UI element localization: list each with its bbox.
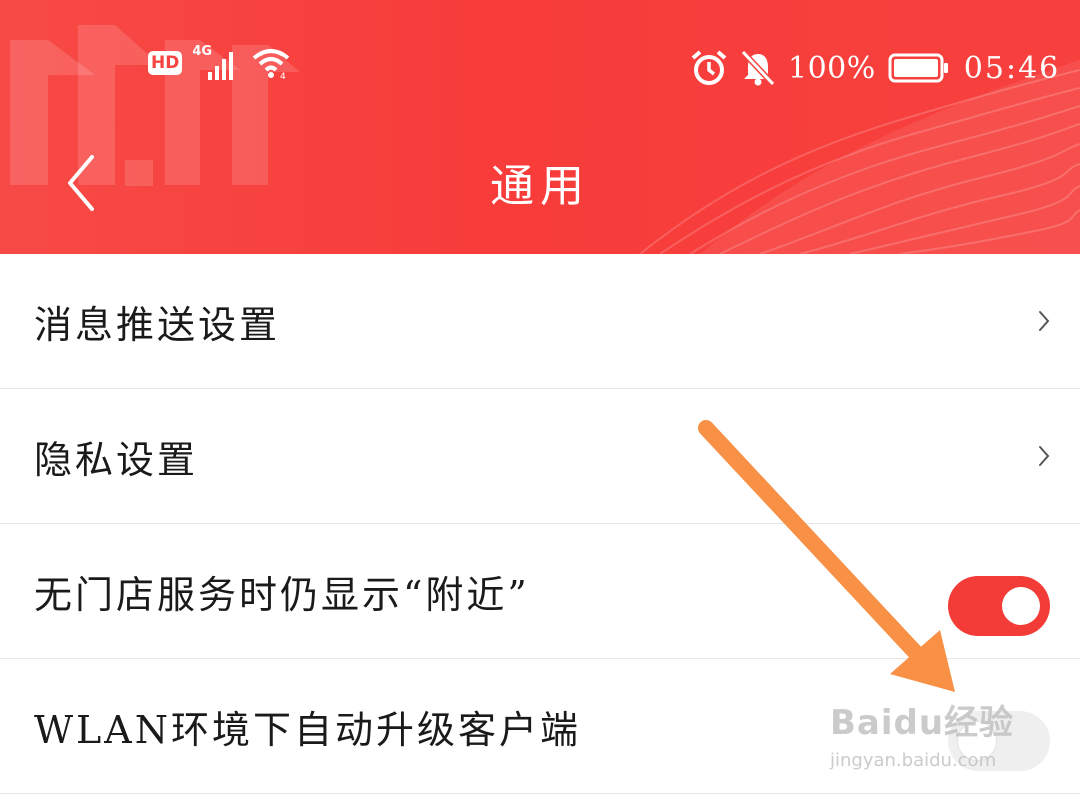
network-type: 4G <box>192 43 213 59</box>
svg-text:4: 4 <box>280 72 286 80</box>
clock: 05:46 <box>963 50 1061 86</box>
settings-list: 消息推送设置 隐私设置 无门店服务时仍显示“附近” WLAN环境下自动升级客户端 <box>0 254 1080 794</box>
settings-item-label: 消息推送设置 <box>34 302 281 347</box>
battery-percent: 100% <box>788 50 876 86</box>
settings-item-label: 隐私设置 <box>34 437 199 482</box>
show-nearby-toggle[interactable] <box>948 576 1050 636</box>
toggle-knob <box>958 722 996 760</box>
top-app-bar: HD 4G 4 100% 05:46 通用 <box>0 0 1080 254</box>
alarm-icon <box>691 50 727 85</box>
settings-item-label: 无门店服务时仍显示“附近” <box>34 572 530 617</box>
bell-off-icon <box>740 49 776 87</box>
wlan-auto-upgrade-toggle[interactable] <box>948 711 1050 771</box>
settings-item-label: WLAN环境下自动升级客户端 <box>34 707 581 752</box>
hd-badge: HD <box>148 51 183 75</box>
settings-item-show-nearby: 无门店服务时仍显示“附近” <box>0 524 1080 659</box>
toggle-knob <box>1002 587 1040 625</box>
battery-icon <box>888 53 948 83</box>
signal-icon <box>208 52 234 80</box>
wifi-icon: 4 <box>252 49 290 80</box>
status-bar: HD 4G 4 100% 05:46 <box>0 40 1080 96</box>
settings-item-push-notifications[interactable]: 消息推送设置 <box>0 254 1080 389</box>
page-title: 通用 <box>490 161 590 212</box>
header-decoration <box>10 25 1080 254</box>
settings-item-wlan-auto-upgrade: WLAN环境下自动升级客户端 <box>0 659 1080 794</box>
settings-item-privacy[interactable]: 隐私设置 <box>0 389 1080 524</box>
chevron-right-icon <box>1039 446 1050 466</box>
chevron-right-icon <box>1039 311 1050 331</box>
